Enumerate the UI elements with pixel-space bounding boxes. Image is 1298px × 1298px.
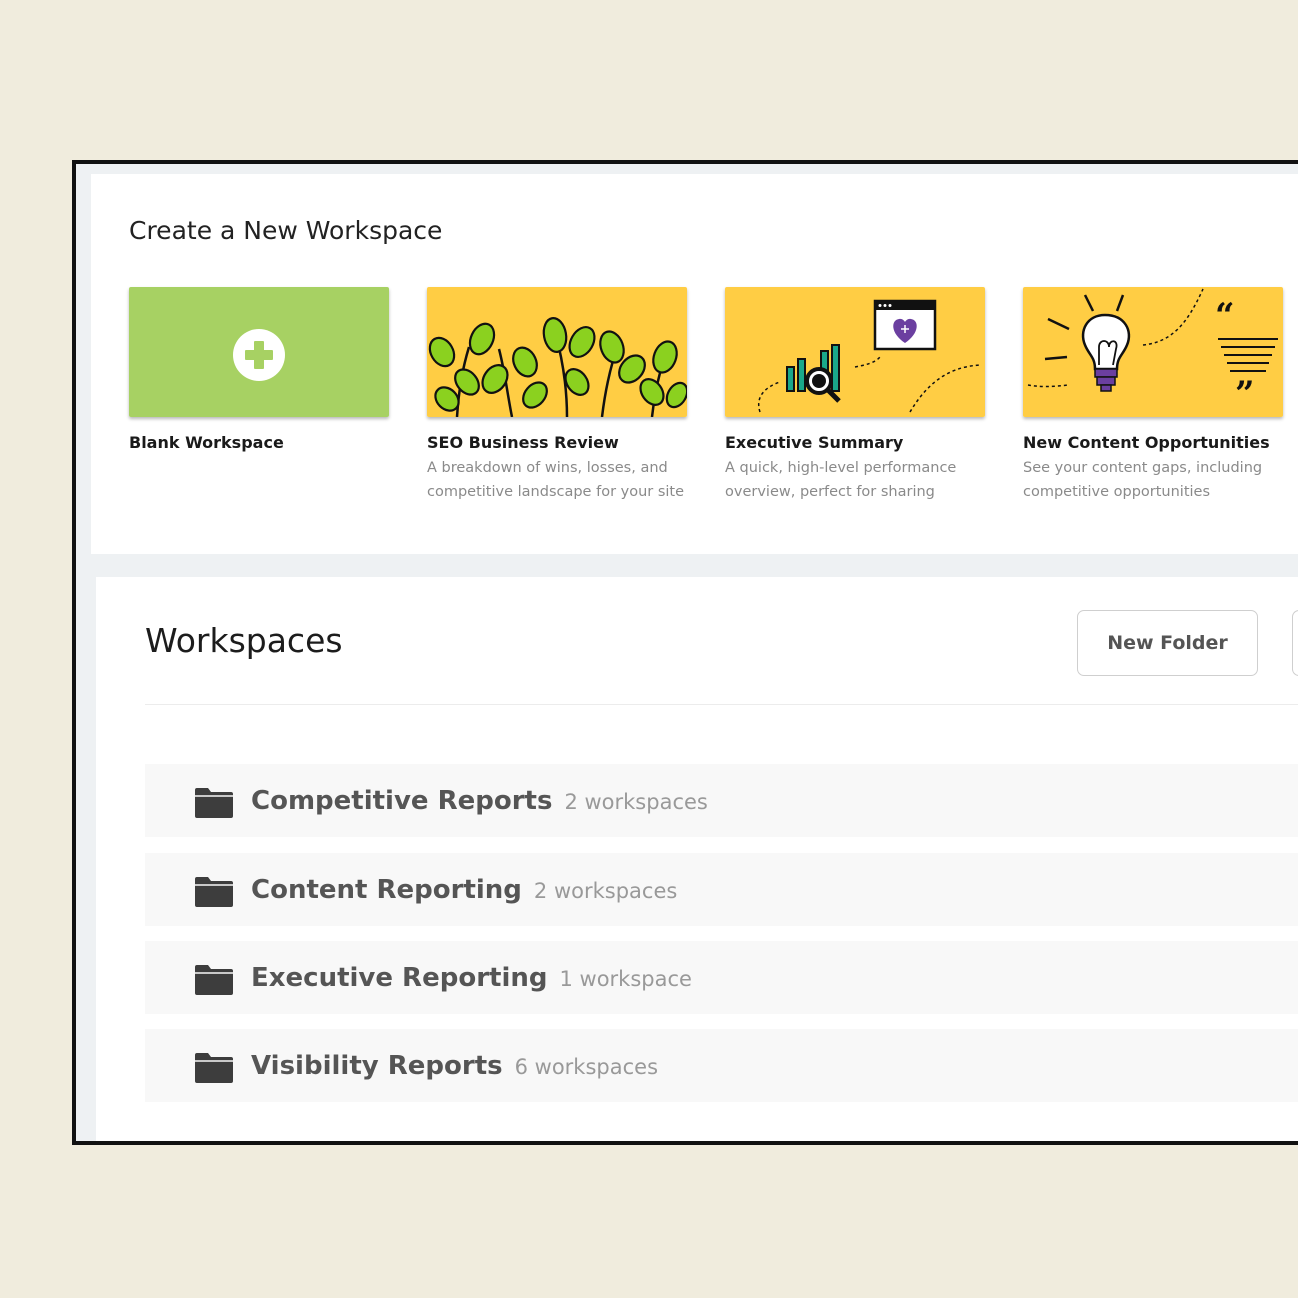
section-divider bbox=[145, 704, 1298, 705]
folder-workspace-count: 2 workspaces bbox=[533, 879, 678, 903]
template-description: A breakdown of wins, losses, and competi… bbox=[427, 460, 685, 500]
blank-workspace-thumbnail[interactable] bbox=[129, 287, 389, 417]
folder-row-content-reporting[interactable]: Content Reporting 2 workspaces bbox=[145, 853, 1298, 926]
folder-workspace-count: 2 workspaces bbox=[564, 790, 708, 814]
folder-name: Visibility Reports bbox=[251, 1051, 503, 1081]
template-card-seo-business-review[interactable]: SEO Business Review A breakdown of wins,… bbox=[427, 287, 687, 504]
create-workspace-title: Create a New Workspace bbox=[129, 216, 443, 245]
workspaces-panel: Workspaces New Folder Competitive Report… bbox=[96, 577, 1298, 1141]
template-card-executive-summary[interactable]: Executive Summary A quick, high-level pe… bbox=[725, 287, 985, 504]
template-name: Executive Summary bbox=[725, 433, 904, 452]
template-name: SEO Business Review bbox=[427, 433, 619, 452]
seo-business-review-thumbnail[interactable] bbox=[427, 287, 687, 417]
app-window: Create a New Workspace Blank Workspace S… bbox=[72, 160, 1298, 1145]
folder-workspace-count: 1 workspace bbox=[559, 967, 692, 991]
chart-magnifier-illustration bbox=[725, 287, 985, 417]
folder-icon bbox=[195, 788, 233, 818]
svg-text:”: ” bbox=[1235, 374, 1255, 414]
folder-row-executive-reporting[interactable]: Executive Reporting 1 workspace bbox=[145, 941, 1298, 1014]
svg-text:“: “ bbox=[1215, 296, 1235, 336]
folder-name: Competitive Reports bbox=[251, 786, 553, 816]
folder-name: Executive Reporting bbox=[251, 963, 548, 993]
workspaces-title: Workspaces bbox=[145, 621, 343, 660]
plus-circle-icon bbox=[233, 329, 285, 381]
template-description: A quick, high-level performance overview… bbox=[725, 460, 957, 500]
folder-row-visibility-reports[interactable]: Visibility Reports 6 workspaces bbox=[145, 1029, 1298, 1102]
folder-icon bbox=[195, 877, 233, 907]
secondary-action-button[interactable] bbox=[1292, 610, 1298, 676]
template-description: See your content gaps, including competi… bbox=[1023, 460, 1263, 500]
folder-row-competitive-reports[interactable]: Competitive Reports 2 workspaces bbox=[145, 764, 1298, 837]
template-card-new-content-opportunities[interactable]: “ ” New Content Opportunities See your c… bbox=[1023, 287, 1283, 504]
new-folder-button[interactable]: New Folder bbox=[1077, 610, 1258, 676]
folder-name: Content Reporting bbox=[251, 875, 522, 905]
browser-heart-icon bbox=[873, 299, 937, 351]
new-content-opportunities-thumbnail[interactable]: “ ” bbox=[1023, 287, 1283, 417]
template-name: Blank Workspace bbox=[129, 433, 284, 452]
folder-workspace-count: 6 workspaces bbox=[514, 1055, 659, 1079]
folder-icon bbox=[195, 965, 233, 995]
plant-illustration bbox=[427, 287, 687, 417]
lightbulb-illustration: “ ” bbox=[1023, 287, 1283, 417]
template-card-blank-workspace[interactable]: Blank Workspace bbox=[129, 287, 389, 452]
template-name: New Content Opportunities bbox=[1023, 433, 1270, 452]
executive-summary-thumbnail[interactable] bbox=[725, 287, 985, 417]
folder-icon bbox=[195, 1053, 233, 1083]
create-workspace-panel: Create a New Workspace Blank Workspace S… bbox=[91, 174, 1298, 554]
